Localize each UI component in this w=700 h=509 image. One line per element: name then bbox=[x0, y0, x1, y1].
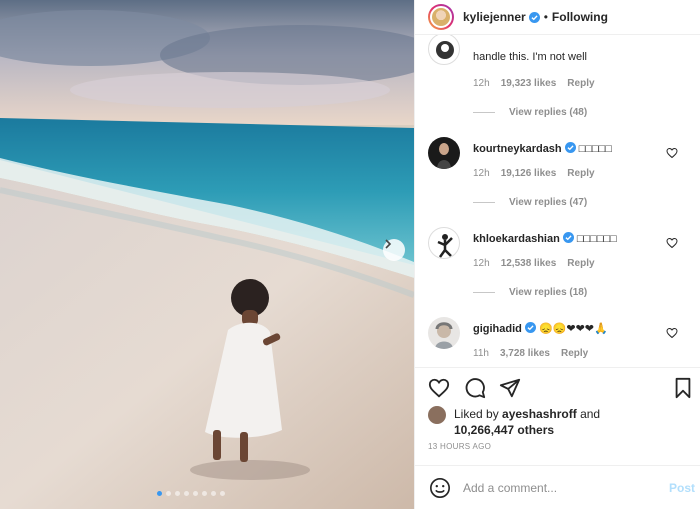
likes-prefix: Liked by bbox=[454, 407, 503, 421]
commenter-username[interactable]: khloekardashian bbox=[473, 233, 560, 245]
save-bookmark-icon[interactable] bbox=[672, 377, 694, 399]
comment-body: □□□□□ bbox=[578, 143, 612, 155]
comment-likes[interactable]: 12,538 likes bbox=[501, 258, 557, 269]
comment-item: kourtneykardash □□□□□ 12h 19,126 likes R… bbox=[415, 129, 700, 219]
carousel-dot bbox=[220, 491, 225, 496]
carousel-indicator bbox=[157, 491, 225, 496]
header-separator: • bbox=[543, 10, 548, 24]
view-replies-label: View replies (18) bbox=[509, 287, 588, 298]
commenter-username[interactable]: kourtneykardash bbox=[473, 143, 562, 155]
post-sidebar: kyliejenner • Following handle this. I'm… bbox=[414, 0, 700, 509]
like-heart-icon[interactable] bbox=[428, 377, 450, 399]
comment-bubble-icon[interactable] bbox=[464, 377, 486, 399]
commenter-avatar[interactable] bbox=[428, 227, 460, 259]
likes-count[interactable]: 10,266,447 others bbox=[454, 423, 554, 437]
commenter-username[interactable]: gigihadid bbox=[473, 323, 522, 335]
comments-list: handle this. I'm not well 12h 19,323 lik… bbox=[415, 35, 700, 367]
add-comment-bar: Post bbox=[415, 465, 700, 509]
comment-time: 12h bbox=[473, 258, 490, 269]
view-replies-label: View replies (48) bbox=[509, 107, 588, 118]
comment-time: 12h bbox=[473, 168, 490, 179]
verified-badge-icon bbox=[564, 142, 576, 153]
post-timestamp[interactable]: 13 HOURS AGO bbox=[428, 442, 491, 451]
replies-divider bbox=[473, 292, 495, 293]
liker-username[interactable]: ayeshashroff bbox=[502, 407, 577, 421]
comment-text: gigihadid 😞😞❤❤❤🙏 bbox=[473, 322, 608, 335]
post-actions bbox=[415, 367, 700, 405]
comment-input[interactable] bbox=[463, 478, 653, 498]
comment-text: kourtneykardash □□□□□ bbox=[473, 142, 612, 155]
likes-text: Liked by ayeshashroff and 10,266,447 oth… bbox=[454, 406, 634, 438]
comment-body: □□□□□□ bbox=[576, 233, 617, 245]
share-paper-plane-icon[interactable] bbox=[499, 377, 521, 399]
beach-photo bbox=[0, 0, 414, 509]
view-replies-button[interactable]: View replies (48) bbox=[473, 107, 587, 118]
post-header: kyliejenner • Following bbox=[415, 0, 700, 35]
comment-meta: 12h 19,323 likes Reply bbox=[473, 78, 595, 89]
comment-time: 12h bbox=[473, 78, 490, 89]
verified-badge-icon bbox=[528, 11, 540, 23]
like-comment-heart-icon[interactable] bbox=[666, 327, 678, 339]
comment-text: handle this. I'm not well bbox=[473, 51, 587, 63]
commenter-avatar[interactable] bbox=[428, 137, 460, 169]
view-replies-button[interactable]: View replies (18) bbox=[473, 287, 587, 298]
comment-likes[interactable]: 19,126 likes bbox=[501, 168, 557, 179]
comment-likes[interactable]: 19,323 likes bbox=[501, 78, 557, 89]
carousel-dot bbox=[166, 491, 171, 496]
comment-item: gigihadid 😞😞❤❤❤🙏 11h 3,728 likes Reply bbox=[415, 309, 700, 367]
carousel-dot bbox=[193, 491, 198, 496]
carousel-dot bbox=[175, 491, 180, 496]
comment-item: khloekardashian □□□□□□ 12h 12,538 likes … bbox=[415, 219, 700, 309]
post-comment-button[interactable]: Post bbox=[669, 481, 695, 495]
comment-body: 😞😞❤❤❤🙏 bbox=[538, 323, 608, 335]
following-button[interactable]: Following bbox=[552, 10, 608, 24]
comment-meta: 12h 12,538 likes Reply bbox=[473, 258, 595, 269]
reply-button[interactable]: Reply bbox=[561, 348, 588, 359]
verified-badge-icon bbox=[524, 322, 536, 333]
reply-button[interactable]: Reply bbox=[567, 258, 594, 269]
commenter-avatar[interactable] bbox=[428, 35, 460, 65]
reply-button[interactable]: Reply bbox=[567, 168, 594, 179]
emoji-smiley-icon[interactable] bbox=[429, 477, 451, 499]
view-replies-label: View replies (47) bbox=[509, 197, 588, 208]
comment-meta: 12h 19,126 likes Reply bbox=[473, 168, 595, 179]
carousel-dot bbox=[211, 491, 216, 496]
liker-avatar[interactable] bbox=[428, 406, 446, 424]
replies-divider bbox=[473, 112, 495, 113]
likes-middle: and bbox=[576, 407, 601, 421]
post-photo[interactable] bbox=[0, 0, 414, 509]
reply-button[interactable]: Reply bbox=[567, 78, 594, 89]
comment-text: khloekardashian □□□□□□ bbox=[473, 232, 617, 245]
replies-divider bbox=[473, 202, 495, 203]
commenter-avatar[interactable] bbox=[428, 317, 460, 349]
comment-likes[interactable]: 3,728 likes bbox=[500, 348, 550, 359]
like-comment-heart-icon[interactable] bbox=[666, 147, 678, 159]
author-username[interactable]: kyliejenner bbox=[463, 10, 526, 24]
carousel-dot bbox=[184, 491, 189, 496]
author-avatar[interactable] bbox=[428, 4, 454, 30]
comment-item: handle this. I'm not well 12h 19,323 lik… bbox=[415, 35, 700, 118]
comment-meta: 11h 3,728 likes Reply bbox=[473, 348, 588, 359]
verified-badge-icon bbox=[562, 232, 574, 243]
view-replies-button[interactable]: View replies (47) bbox=[473, 197, 587, 208]
carousel-dot bbox=[202, 491, 207, 496]
carousel-dot bbox=[157, 491, 162, 496]
chevron-right-icon bbox=[385, 239, 392, 249]
comment-time: 11h bbox=[473, 348, 489, 359]
like-comment-heart-icon[interactable] bbox=[666, 237, 678, 249]
next-photo-button[interactable] bbox=[383, 239, 405, 261]
